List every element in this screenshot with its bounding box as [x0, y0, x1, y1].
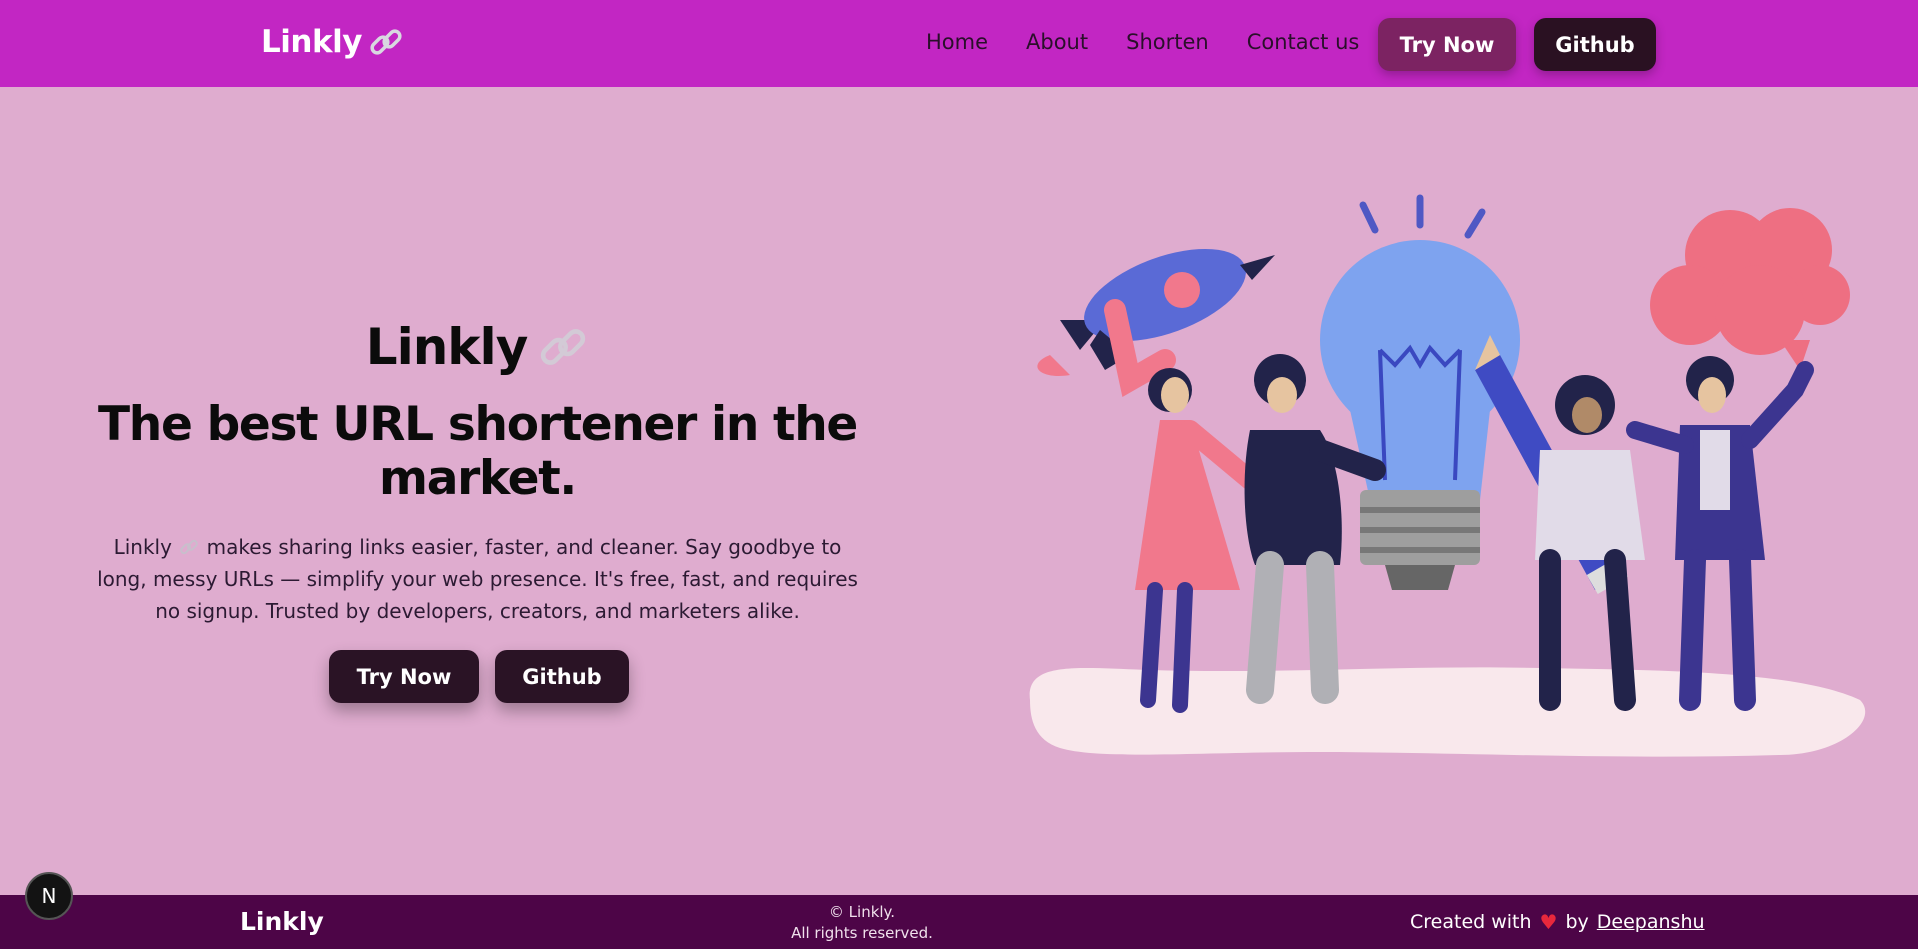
footer-copyright: © Linkly. All rights reserved. [762, 902, 962, 944]
link-icon [180, 539, 199, 555]
link-icon [541, 329, 586, 365]
footer-copy-line2: All rights reserved. [791, 924, 933, 942]
hero-github-button[interactable]: Github [495, 650, 629, 703]
nextjs-dev-badge[interactable]: N [25, 872, 73, 920]
created-with-label: Created with [1410, 911, 1532, 933]
person-3 [1535, 375, 1645, 711]
nav-link-shorten[interactable]: Shorten [1126, 30, 1209, 54]
nav-brand-label: Linkly [261, 24, 362, 60]
link-icon [370, 29, 402, 55]
hero-description: Linkly makes sharing links easier, faste… [95, 531, 860, 627]
nav-brand[interactable]: Linkly [261, 24, 404, 60]
by-label: by [1565, 911, 1589, 933]
hero-title-label: Linkly [365, 318, 529, 376]
hero-desc-text: makes sharing links easier, faster, and … [97, 535, 858, 623]
footer: Linkly © Linkly. All rights reserved. Cr… [0, 895, 1918, 949]
author-link[interactable]: Deepanshu [1597, 911, 1705, 933]
person-4 [1626, 356, 1814, 711]
hero-try-now-button[interactable]: Try Now [329, 650, 479, 703]
hero-title: Linkly [0, 318, 955, 376]
hero-desc-brand: Linkly [113, 535, 172, 559]
nav-links: Home About Shorten Contact us [926, 30, 1359, 54]
footer-copy-line1: © Linkly. [828, 903, 896, 921]
brain-icon [1650, 208, 1850, 370]
nav-link-contact[interactable]: Contact us [1247, 30, 1360, 54]
nav-link-about[interactable]: About [1026, 30, 1088, 54]
nav-link-home[interactable]: Home [926, 30, 988, 54]
nav-github-button[interactable]: Github [1534, 18, 1656, 71]
footer-brand[interactable]: Linkly [240, 907, 324, 936]
hero-illustration [1029, 194, 1866, 757]
heart-icon: ♥ [1539, 910, 1558, 934]
navbar: Linkly Home About Shorten Contact us Try… [0, 0, 1918, 87]
hero-subtitle: The best URL shortener in the market. [98, 397, 858, 506]
footer-credit: Created with ♥ by Deepanshu [1410, 910, 1705, 934]
nav-try-now-button[interactable]: Try Now [1378, 18, 1516, 71]
